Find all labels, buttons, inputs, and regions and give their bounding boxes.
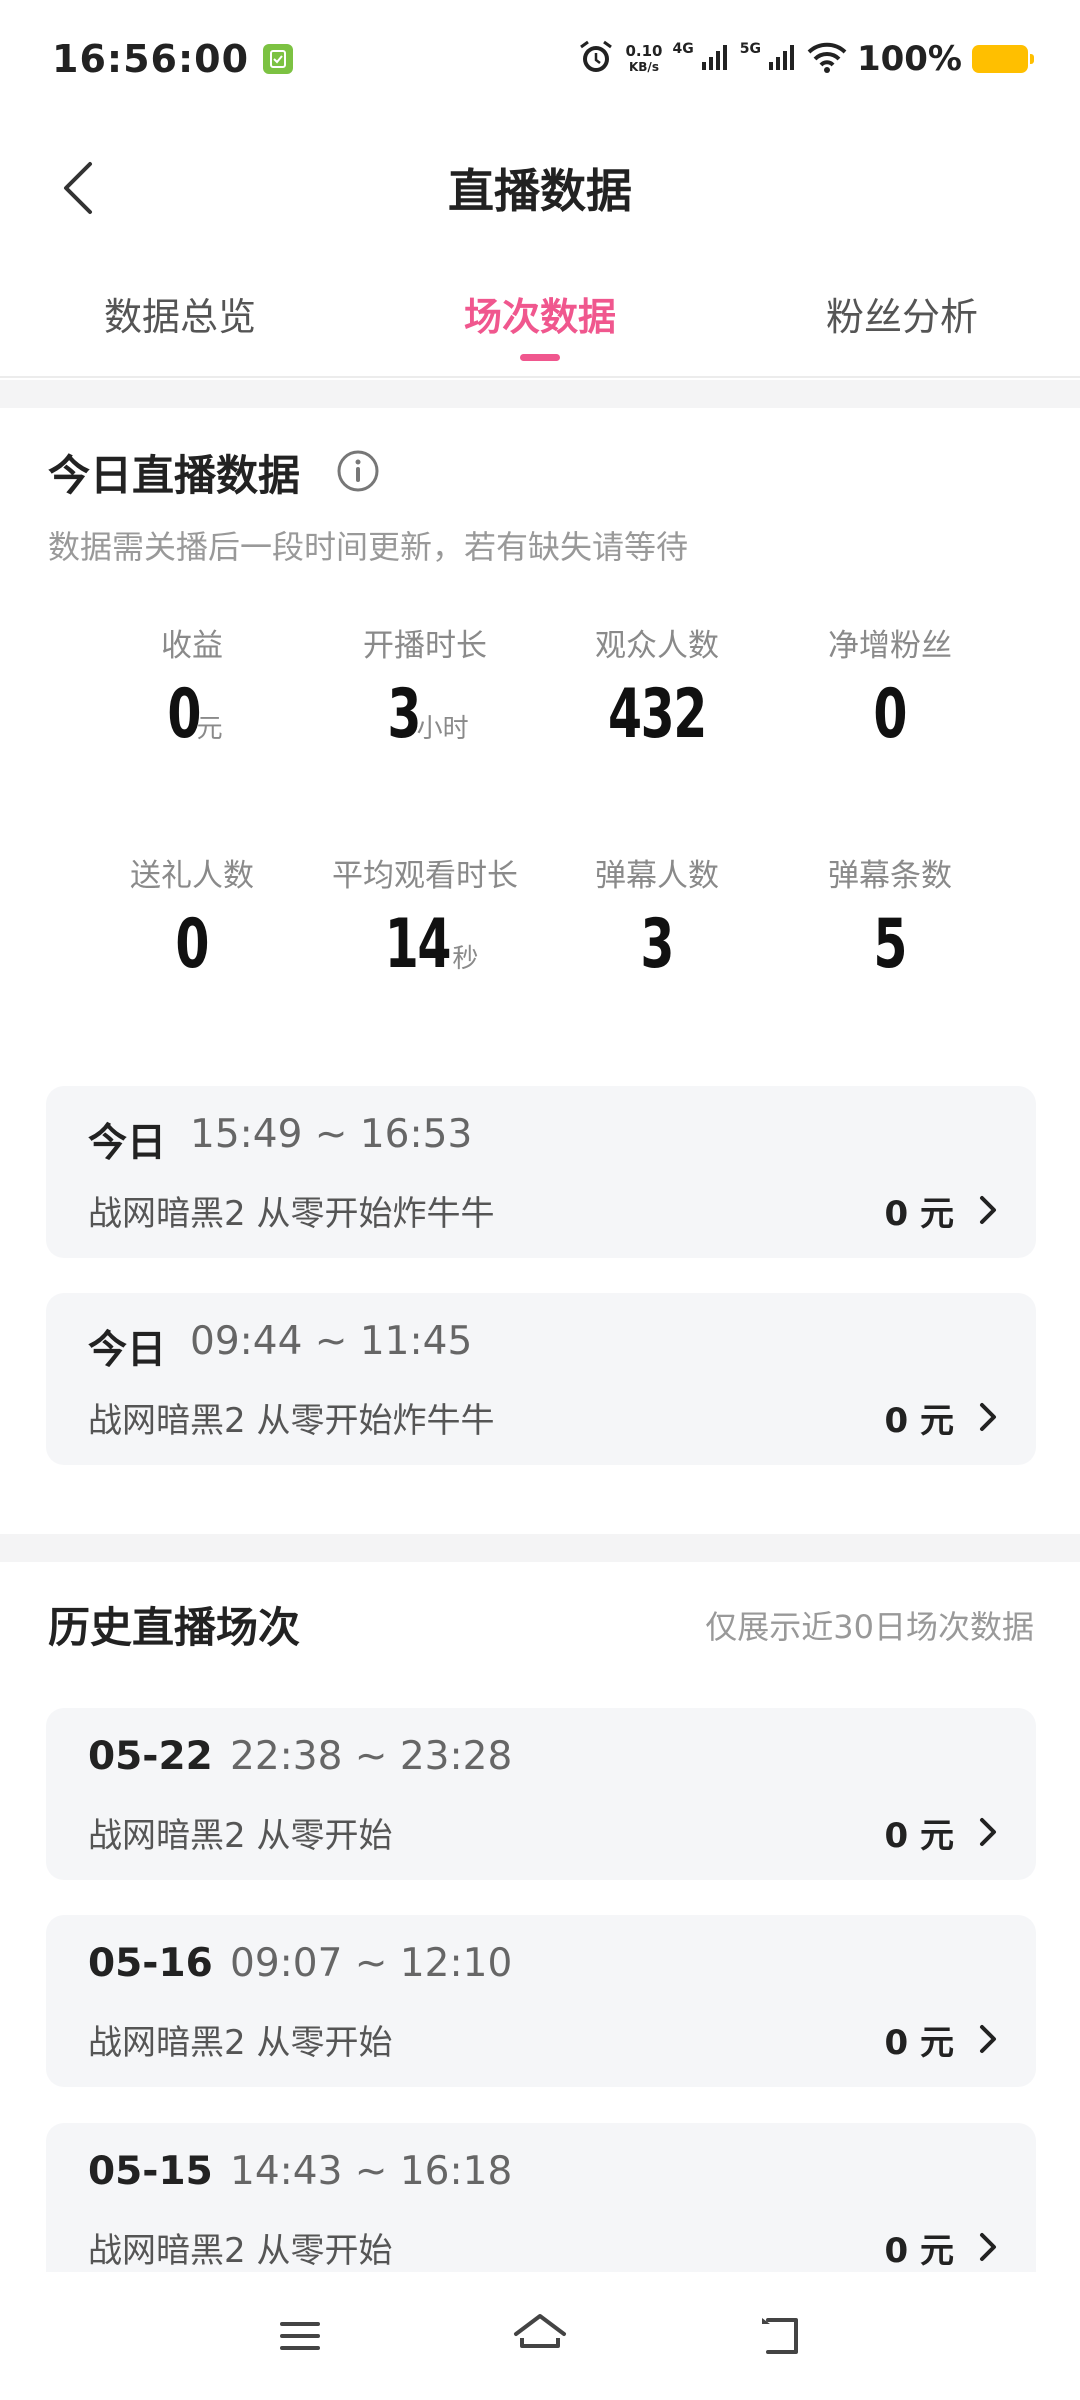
section-divider <box>0 1534 1080 1562</box>
signal-4g-icon <box>700 42 730 76</box>
session-date: 05-22 <box>88 1734 213 1779</box>
session-card[interactable]: 今日 15:49 ~ 16:53 战网暗黑2 从零开始炸牛牛 0 元 <box>46 1086 1036 1258</box>
tab-overview[interactable]: 数据总览 <box>50 286 310 341</box>
battery-icon <box>972 45 1034 73</box>
today-section-subtitle: 数据需关播后一段时间更新，若有缺失请等待 <box>48 528 689 566</box>
wifi-icon <box>807 41 847 77</box>
metric-label: 送礼人数 <box>130 858 254 894</box>
session-time: 15:49 ~ 16:53 <box>190 1112 473 1157</box>
session-date: 今日 <box>88 1328 167 1373</box>
battery-percent: 100% <box>856 39 962 79</box>
metric-value: 14 <box>384 905 451 984</box>
return-icon <box>762 2318 798 2354</box>
speed-value: 0.10 <box>625 41 663 60</box>
section-divider <box>0 380 1080 408</box>
metric-value: 0 <box>167 675 202 754</box>
tab-sessions[interactable]: 场次数据 <box>410 286 670 341</box>
speed-unit: KB/s <box>628 59 659 74</box>
metric-avg-watch: 平均观看时长 14 秒 <box>305 850 545 984</box>
status-left: 16:56:00 <box>52 37 294 81</box>
chevron-right-icon <box>980 2233 996 2261</box>
home-icon <box>514 2314 566 2348</box>
session-amount: 0 元 <box>884 1816 955 1856</box>
session-name: 战网暗黑2 从零开始炸牛牛 <box>88 1401 495 1441</box>
metric-value: 0 <box>175 905 210 984</box>
page-header: 直播数据 <box>0 118 1080 258</box>
metric-unit: 小时 <box>416 714 469 744</box>
metric-label: 观众人数 <box>595 628 719 664</box>
session-date: 今日 <box>88 1121 167 1166</box>
metric-label: 收益 <box>161 628 223 664</box>
chevron-right-icon <box>980 1818 996 1846</box>
chevron-right-icon <box>980 1403 996 1431</box>
tab-active-indicator <box>520 354 560 361</box>
metric-label: 开播时长 <box>363 628 487 664</box>
nav-home-button[interactable] <box>508 2304 572 2368</box>
session-time: 09:44 ~ 11:45 <box>190 1319 473 1364</box>
session-name: 战网暗黑2 从零开始 <box>88 1816 393 1856</box>
history-session-card[interactable]: 05-15 14:43 ~ 16:18 战网暗黑2 从零开始 0 元 <box>46 2123 1036 2273</box>
session-time: 09:07 ~ 12:10 <box>230 1941 513 1986</box>
session-name: 战网暗黑2 从零开始炸牛牛 <box>88 1194 495 1234</box>
history-note: 仅展示近30日场次数据 <box>705 1608 1034 1646</box>
app-notification-icon <box>263 44 294 74</box>
net-5g-label: 5G <box>739 41 761 57</box>
metric-unit: 元 <box>196 714 223 744</box>
status-bar: 16:56:00 0.10 KB/s 4G 5G 100% <box>0 0 1080 118</box>
metric-income: 收益 0元 <box>72 620 312 754</box>
metric-value: 432 <box>608 675 707 754</box>
signal-5g-icon <box>767 42 797 76</box>
history-section-title: 历史直播场次 <box>48 1603 301 1652</box>
metric-unit: 秒 <box>452 944 479 974</box>
nav-back-button[interactable] <box>748 2304 812 2368</box>
session-card[interactable]: 今日 09:44 ~ 11:45 战网暗黑2 从零开始炸牛牛 0 元 <box>46 1293 1036 1465</box>
system-nav-bar <box>0 2272 1080 2400</box>
history-session-card[interactable]: 05-22 22:38 ~ 23:28 战网暗黑2 从零开始 0 元 <box>46 1708 1036 1880</box>
network-speed: 0.10 KB/s <box>625 41 663 75</box>
back-button[interactable] <box>40 150 116 226</box>
session-amount: 0 元 <box>884 1194 955 1234</box>
session-name: 战网暗黑2 从零开始 <box>88 2023 393 2063</box>
net-4g-label: 4G <box>672 41 694 57</box>
metric-value: 3 <box>640 905 675 984</box>
metric-viewers: 观众人数 432 <box>537 620 777 754</box>
chevron-left-icon <box>64 162 92 214</box>
session-amount: 0 元 <box>884 2023 955 2063</box>
session-name: 战网暗黑2 从零开始 <box>88 2231 393 2271</box>
history-session-card[interactable]: 05-16 09:07 ~ 12:10 战网暗黑2 从零开始 0 元 <box>46 1915 1036 2087</box>
nav-menu-button[interactable] <box>268 2304 332 2368</box>
info-icon[interactable] <box>336 449 380 493</box>
page-title: 直播数据 <box>448 164 632 218</box>
menu-icon <box>280 2322 320 2350</box>
metric-label: 净增粉丝 <box>828 628 952 664</box>
session-date: 05-16 <box>88 1941 213 1986</box>
metric-gifters: 送礼人数 0 <box>72 850 312 984</box>
alarm-icon <box>577 38 615 80</box>
session-time: 14:43 ~ 16:18 <box>230 2149 513 2194</box>
session-date: 05-15 <box>88 2149 213 2194</box>
metric-danmaku-count: 弹幕条数 5 <box>770 850 1010 984</box>
tab-bar: 数据总览 场次数据 粉丝分析 <box>0 258 1080 378</box>
chevron-right-icon <box>980 1196 996 1224</box>
status-time: 16:56:00 <box>52 37 250 81</box>
metric-net-fans: 净增粉丝 0 <box>770 620 1010 754</box>
metric-danmaku-users: 弹幕人数 3 <box>537 850 777 984</box>
metric-label: 弹幕人数 <box>595 858 719 894</box>
session-amount: 0 元 <box>884 1401 955 1441</box>
metric-value: 0 <box>873 675 908 754</box>
session-amount: 0 元 <box>884 2231 955 2271</box>
tab-fans[interactable]: 粉丝分析 <box>772 286 1032 341</box>
session-time: 22:38 ~ 23:28 <box>230 1734 513 1779</box>
metric-duration: 开播时长 3小时 <box>305 620 545 754</box>
metric-value: 5 <box>873 905 908 984</box>
metric-value: 3 <box>387 675 422 754</box>
status-right: 0.10 KB/s 4G 5G 100% <box>577 38 1034 80</box>
metric-label: 弹幕条数 <box>828 858 952 894</box>
chevron-right-icon <box>980 2025 996 2053</box>
metric-label: 平均观看时长 <box>332 858 518 894</box>
today-section-title: 今日直播数据 <box>48 451 301 500</box>
